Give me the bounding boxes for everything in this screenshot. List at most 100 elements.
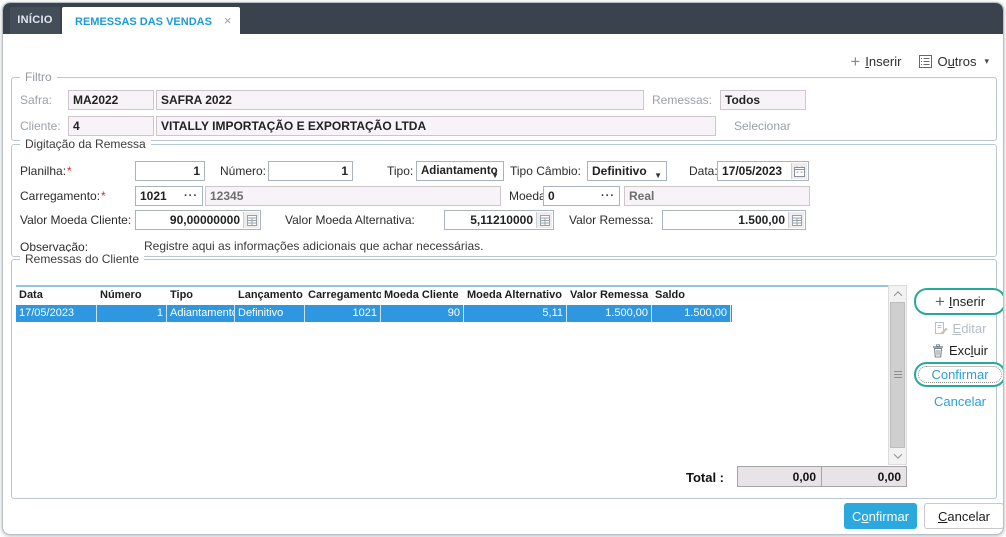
column-header-carregamento[interactable]: Carregamento <box>305 287 381 305</box>
cell-data: 17/05/2023 <box>16 305 97 322</box>
moeda-desc-field: Real <box>624 186 810 206</box>
editar-button: Editar <box>914 320 1003 336</box>
valor-remessa-label: Valor Remessa: <box>569 213 654 227</box>
remessas-window: INÍCIO REMESSAS DAS VENDAS × + Inserir Ou… <box>2 2 1004 535</box>
outros-menu-button[interactable]: Outros ▾ <box>919 54 989 69</box>
chevron-up-icon <box>893 291 902 300</box>
total-moeda-field: 0,00 <box>737 466 822 487</box>
dropdown-arrow-icon: ▼ <box>654 171 662 180</box>
carregamento-desc-field: 12345 <box>205 186 501 206</box>
cell-tipo: Adiantamento <box>167 305 235 322</box>
valor-moeda-alternativa-input[interactable]: 5,11210000 <box>444 210 554 230</box>
total-saldo-field: 0,00 <box>821 466 907 487</box>
moeda-input[interactable]: 0 ··· <box>543 186 620 206</box>
calculator-icon[interactable] <box>536 212 552 228</box>
cell-carregamento: 1021 <box>305 305 381 322</box>
scrollbar-thumb[interactable] <box>890 302 905 448</box>
chevron-down-icon <box>893 450 902 459</box>
tab-label: REMESSAS DAS VENDAS <box>75 16 212 28</box>
numero-input[interactable]: 1 <box>268 161 353 181</box>
planilha-input[interactable]: 1 <box>135 161 205 181</box>
edit-icon <box>934 322 948 335</box>
confirmar-row-button[interactable]: Confirmar <box>914 362 1003 387</box>
carregamento-label: Carregamento:* <box>20 189 106 203</box>
remessas-label: Remessas: <box>652 93 713 107</box>
column-header-lancamento[interactable]: Lançamento <box>235 287 305 305</box>
calculator-icon[interactable] <box>243 212 259 228</box>
cancelar-row-button[interactable]: Cancelar <box>914 393 1003 409</box>
cliente-code-field: 4 <box>68 116 154 136</box>
filtro-legend: Filtro <box>20 70 57 84</box>
data-input[interactable]: 17/05/2023 <box>717 161 809 181</box>
inserir-row-button[interactable]: + Inserir <box>914 288 1003 315</box>
cell-valor-remessa: 1.500,00 <box>567 305 652 322</box>
grip-icon <box>893 371 902 379</box>
digitacao-group: Digitação da Remessa Planilha:* 1 Número… <box>11 137 997 257</box>
remessas-cliente-legend: Remessas do Cliente <box>20 252 145 266</box>
trash-icon <box>932 343 943 358</box>
remessas-cliente-group: Remessas do Cliente Data Número Tipo Lan… <box>11 252 1003 499</box>
cell-numero: 1 <box>97 305 167 322</box>
chevron-down-icon: ▾ <box>984 55 989 66</box>
remessas-table: Data Número Tipo Lançamento Carregamento… <box>16 285 888 465</box>
valor-remessa-input[interactable]: 1.500,00 <box>662 210 806 230</box>
confirmar-button[interactable]: Confirmar <box>844 503 917 529</box>
column-header-tipo[interactable]: Tipo <box>167 287 235 305</box>
column-header-saldo[interactable]: Saldo <box>652 287 731 305</box>
safra-label: Safra: <box>20 93 53 107</box>
numero-label: Número: <box>220 164 267 178</box>
selecionar-link: Selecionar <box>734 119 791 133</box>
tipo-select[interactable]: Adiantamento ▼ <box>416 161 504 181</box>
table-header: Data Número Tipo Lançamento Carregamento… <box>16 287 888 305</box>
tipo-cambio-label: Tipo Câmbio: <box>510 164 581 178</box>
tab-bar: INÍCIO REMESSAS DAS VENDAS × <box>3 3 1003 34</box>
total-label: Total : <box>685 470 724 485</box>
observacao-text[interactable]: Registre aqui as informações adicionais … <box>144 237 484 255</box>
valor-moeda-cliente-label: Valor Moeda Cliente: <box>20 213 132 227</box>
table-scrollbar[interactable] <box>888 285 907 465</box>
valor-moeda-cliente-input[interactable]: 90,00000000 <box>135 210 261 230</box>
cell-saldo: 1.500,00 <box>652 305 731 322</box>
required-mark: * <box>101 189 106 203</box>
tipo-cambio-select[interactable]: Definitivo ▼ <box>587 161 667 181</box>
plus-icon: + <box>934 292 945 311</box>
tab-remessas-das-vendas[interactable]: REMESSAS DAS VENDAS × <box>62 7 240 34</box>
scroll-up-button[interactable] <box>890 287 905 301</box>
filtro-group: Filtro Safra: MA2022 SAFRA 2022 Remessas… <box>11 70 997 141</box>
cell-lancamento: Definitivo <box>235 305 305 322</box>
calculator-icon[interactable] <box>788 212 804 228</box>
calendar-icon[interactable] <box>791 163 807 179</box>
excluir-button[interactable]: Excluir <box>914 342 1003 359</box>
cancelar-button[interactable]: Cancelar <box>924 503 1003 529</box>
cell-moeda-cliente: 90 <box>381 305 464 322</box>
cliente-desc-field: VITALLY IMPORTAÇÃO E EXPORTAÇÃO LTDA <box>156 116 716 136</box>
column-header-data[interactable]: Data <box>16 287 97 305</box>
top-toolbar: + Inserir Outros ▾ <box>850 49 989 73</box>
planilha-label: Planilha:* <box>20 164 72 178</box>
table-row-selected[interactable]: 17/05/2023 1 Adiantamento Definitivo 102… <box>16 305 732 322</box>
safra-desc-field: SAFRA 2022 <box>156 90 644 110</box>
column-header-numero[interactable]: Número <box>97 287 167 305</box>
column-header-moeda-cliente[interactable]: Moeda Cliente <box>381 287 464 305</box>
digitacao-legend: Digitação da Remessa <box>20 137 151 151</box>
tab-close-icon[interactable]: × <box>224 13 232 28</box>
valor-moeda-alternativa-label: Valor Moeda Alternativa: <box>285 213 415 227</box>
column-header-moeda-alternativo[interactable]: Moeda Alternativo <box>464 287 567 305</box>
data-label: Data: <box>689 164 718 178</box>
safra-code-field: MA2022 <box>68 90 154 110</box>
scroll-down-button[interactable] <box>890 449 905 463</box>
column-header-valor-remessa[interactable]: Valor Remessa <box>567 287 652 305</box>
required-mark: * <box>67 164 72 178</box>
inserir-top-button[interactable]: + Inserir <box>850 51 901 71</box>
plus-icon: + <box>850 51 861 71</box>
dropdown-arrow-icon: ▼ <box>491 171 499 180</box>
cell-moeda-alternativo: 5,11 <box>464 305 567 322</box>
list-icon <box>919 54 933 68</box>
cliente-label: Cliente: <box>20 119 61 133</box>
lookup-button[interactable]: ··· <box>601 187 615 205</box>
carregamento-input[interactable]: 1021 ··· <box>135 186 203 206</box>
lookup-button[interactable]: ··· <box>184 187 198 205</box>
tipo-label: Tipo: <box>387 164 414 178</box>
remessas-field: Todos <box>720 90 806 110</box>
tab-inicio[interactable]: INÍCIO <box>10 7 60 34</box>
